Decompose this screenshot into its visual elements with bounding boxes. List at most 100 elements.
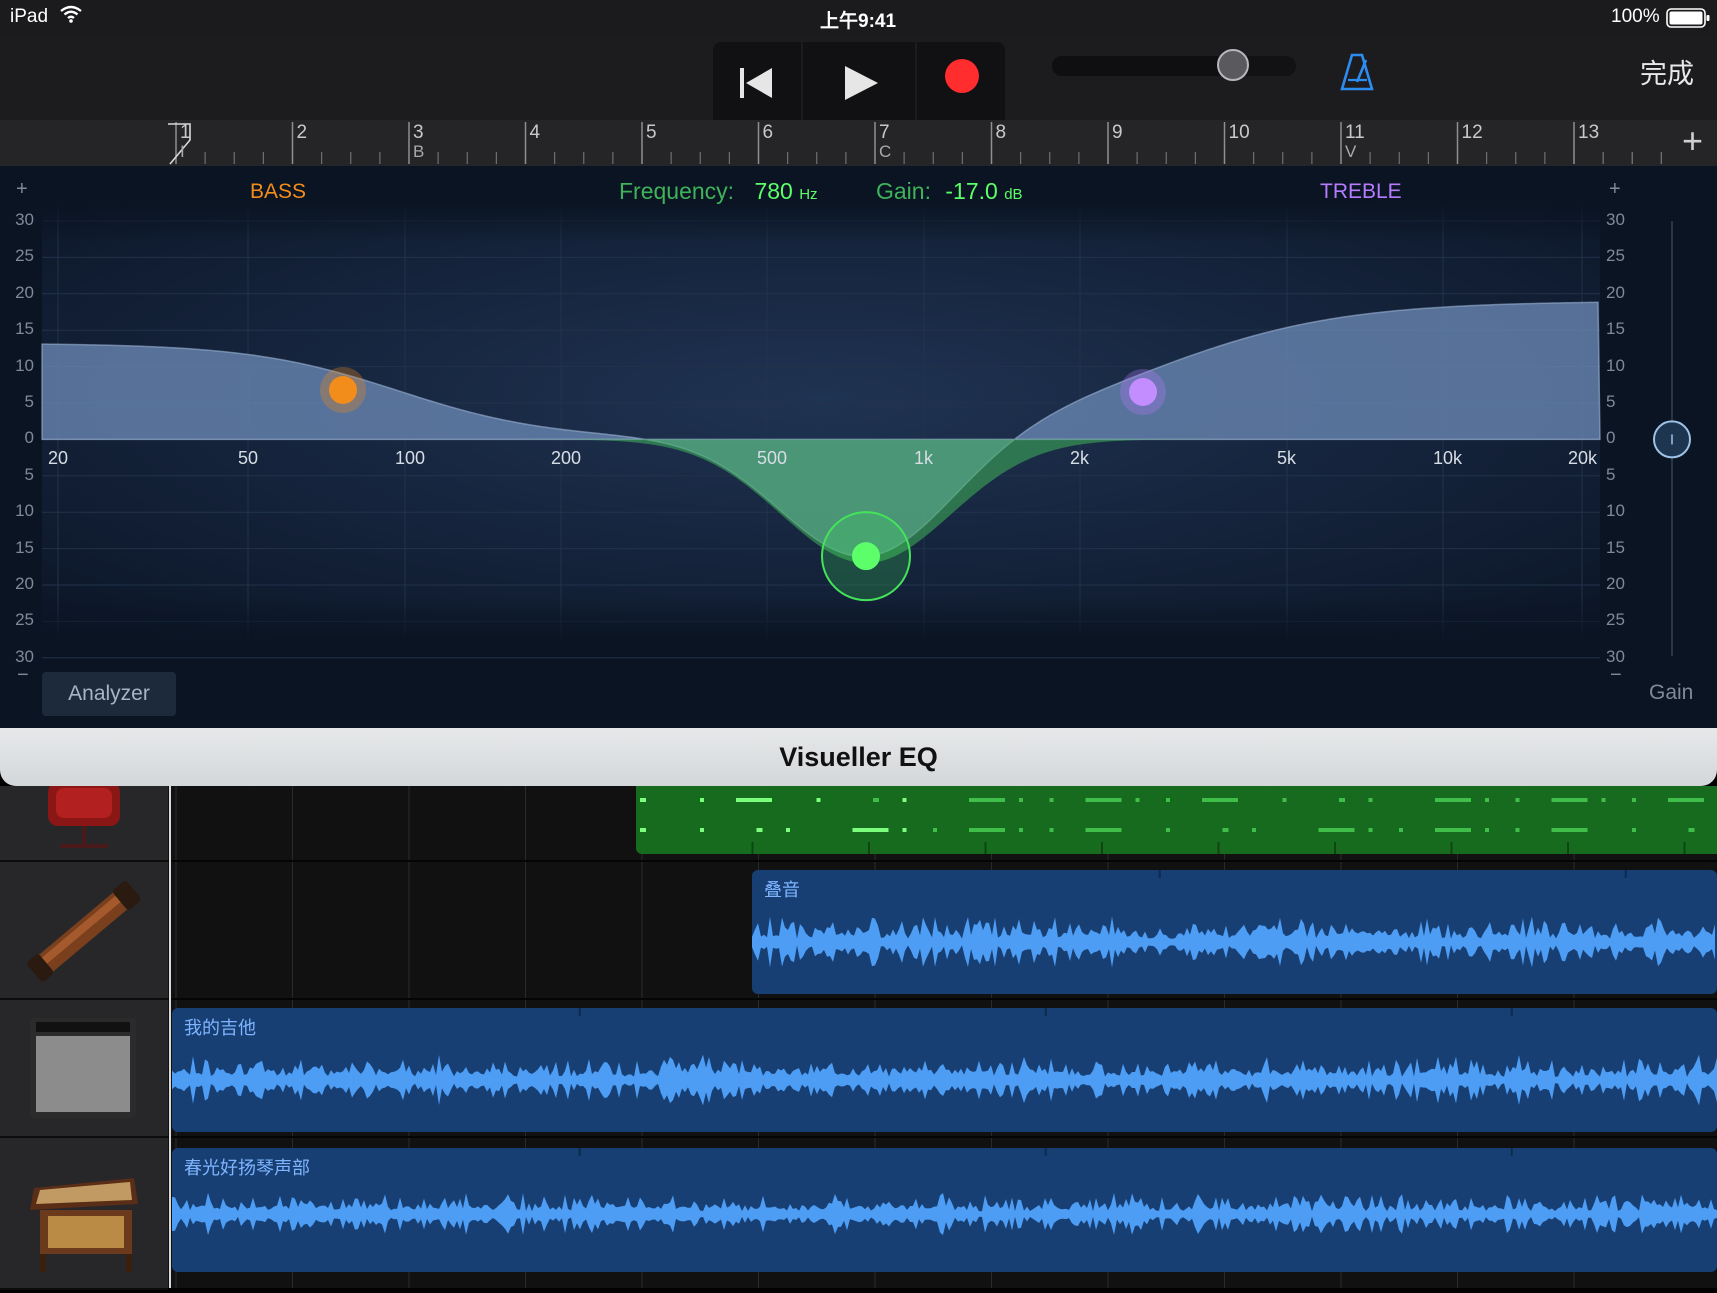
bar-number: 10 xyxy=(1228,122,1250,143)
treble-band-handle[interactable] xyxy=(1120,369,1166,415)
section-marker[interactable]: V xyxy=(1345,142,1356,162)
bar-number: 12 xyxy=(1461,122,1483,143)
add-section-button[interactable]: + xyxy=(1682,120,1703,162)
gain-tick-right: 10 xyxy=(1606,355,1625,375)
gain-slider-knob[interactable] xyxy=(1653,420,1691,459)
volume-knob[interactable] xyxy=(1217,49,1250,81)
frequency-label: Frequency: xyxy=(619,178,735,204)
bar-number: 13 xyxy=(1578,122,1600,143)
gain-tick-left: 10 xyxy=(15,355,34,375)
eq-graph[interactable] xyxy=(0,166,1717,728)
gain-tick-right: 25 xyxy=(1606,246,1625,266)
track-header-guzheng[interactable] xyxy=(0,862,168,1000)
bar-number: 6 xyxy=(762,122,774,143)
yangqin-region[interactable]: 春光好扬琴声部 xyxy=(172,1148,1717,1272)
tracks-area: 叠音 我的吉他 春光好扬琴声部 xyxy=(0,782,1717,1290)
eq-zoom-out-right[interactable]: − xyxy=(1610,664,1622,687)
gain-label: Gain: xyxy=(876,178,931,204)
gain-tick-right: 5 xyxy=(1606,464,1616,484)
gain-tick-left: 25 xyxy=(15,246,34,266)
plugin-title-bar[interactable]: Visueller EQ xyxy=(0,728,1717,786)
frequency-value: 780 xyxy=(754,178,793,204)
waveform xyxy=(172,1148,1717,1236)
frequency-unit: Hz xyxy=(799,186,818,203)
ruler-ticks xyxy=(168,122,1662,165)
status-bar: iPad 上午9:41 100% xyxy=(0,0,1717,36)
guzheng-region[interactable]: 叠音 xyxy=(752,870,1717,994)
bar-number: 8 xyxy=(995,122,1007,143)
bar-number: 1 xyxy=(180,122,191,143)
gain-tick-left: 10 xyxy=(15,501,34,521)
gain-tick-right: 20 xyxy=(1606,282,1625,302)
gain-tick-left: 20 xyxy=(15,282,34,302)
gain-tick-right: 10 xyxy=(1606,501,1625,521)
battery-icon xyxy=(1666,8,1710,34)
volume-fill xyxy=(1052,56,1243,76)
track-header-drum[interactable] xyxy=(0,782,168,862)
gain-tick-right: 25 xyxy=(1606,610,1625,630)
visual-eq-panel: 30 25 20 15 10 5 0 5 10 15 20 25 30 30 25 20 15 10 5 0 5 10 1… xyxy=(0,166,1717,728)
analyzer-button[interactable]: Analyzer xyxy=(42,672,176,716)
frequency-tick: 2k xyxy=(1070,448,1090,468)
clock: 上午9:41 xyxy=(820,11,897,32)
section-marker[interactable]: B xyxy=(413,142,424,162)
frequency-tick: 5k xyxy=(1277,448,1297,468)
transport-toolbar: 完成 xyxy=(0,36,1717,128)
play-icon xyxy=(845,66,878,100)
drum-region[interactable] xyxy=(636,786,1717,854)
device-name: iPad xyxy=(10,6,49,27)
guzheng-icon xyxy=(27,881,141,982)
gain-slider-label: Gain xyxy=(1649,681,1694,704)
gain-tick-right: 15 xyxy=(1606,537,1625,557)
bar-number: 7 xyxy=(879,122,890,143)
gain-tick-right: 5 xyxy=(1606,392,1616,411)
frequency-tick: 100 xyxy=(395,448,426,468)
frequency-tick: 1k xyxy=(914,448,934,468)
track-header-guitar[interactable] xyxy=(0,1000,168,1138)
drum-icon xyxy=(48,782,120,848)
gain-tick-right: 20 xyxy=(1606,574,1625,593)
frequency-readout: Frequency: 780 Hz xyxy=(619,178,818,205)
timeline-ruler[interactable]: 1 2 3 4 5 6 7 8 9 10 11 12 13 I B C V + xyxy=(0,120,1717,166)
gain-tick-right: 0 xyxy=(1606,428,1616,448)
wifi-icon xyxy=(60,5,82,29)
frequency-tick: 500 xyxy=(757,448,788,468)
guitar-region[interactable]: 我的吉他 xyxy=(172,1008,1717,1132)
rewind-icon xyxy=(740,68,772,98)
gain-tick-left: 25 xyxy=(15,610,34,630)
amplifier-icon xyxy=(30,1018,136,1118)
metronome-icon xyxy=(1340,53,1374,91)
mid-band-handle[interactable] xyxy=(821,511,911,602)
eq-zoom-out-left[interactable]: − xyxy=(17,664,29,687)
eq-zoom-in-right[interactable]: + xyxy=(1609,178,1621,201)
gain-tick-left: 20 xyxy=(15,574,34,593)
done-button[interactable]: 完成 xyxy=(1640,52,1694,91)
bass-band-handle[interactable] xyxy=(320,367,366,413)
metronome-button[interactable] xyxy=(1338,52,1376,97)
record-button[interactable] xyxy=(917,42,1005,128)
gain-tick-right: 30 xyxy=(1606,210,1625,229)
treble-label: TREBLE xyxy=(1320,180,1402,203)
bar-number: 2 xyxy=(296,122,308,143)
eq-zoom-in-left[interactable]: + xyxy=(16,178,28,201)
waveform xyxy=(172,1008,1717,1106)
section-marker[interactable]: I xyxy=(180,142,185,162)
battery-percent: 100% xyxy=(1611,6,1660,27)
gain-tick-left: 15 xyxy=(15,537,34,557)
gain-unit: dB xyxy=(1004,186,1023,203)
gain-tick-left: 15 xyxy=(15,319,34,339)
gain-tick-left: 5 xyxy=(24,464,34,484)
gain-tick-left: 5 xyxy=(24,392,34,411)
section-marker[interactable]: C xyxy=(879,142,891,162)
bar-number: 4 xyxy=(529,122,541,143)
volume-slider[interactable] xyxy=(1052,49,1296,81)
playhead[interactable] xyxy=(169,786,171,1288)
bar-number: 5 xyxy=(646,122,657,143)
play-button[interactable] xyxy=(803,42,915,128)
yangqin-icon xyxy=(30,1178,138,1272)
rewind-button[interactable] xyxy=(713,42,801,128)
track-header-yangqin[interactable] xyxy=(0,1138,168,1290)
frequency-tick: 20k xyxy=(1568,448,1598,468)
gain-tick-right: 15 xyxy=(1606,319,1625,339)
waveform xyxy=(752,870,1715,968)
